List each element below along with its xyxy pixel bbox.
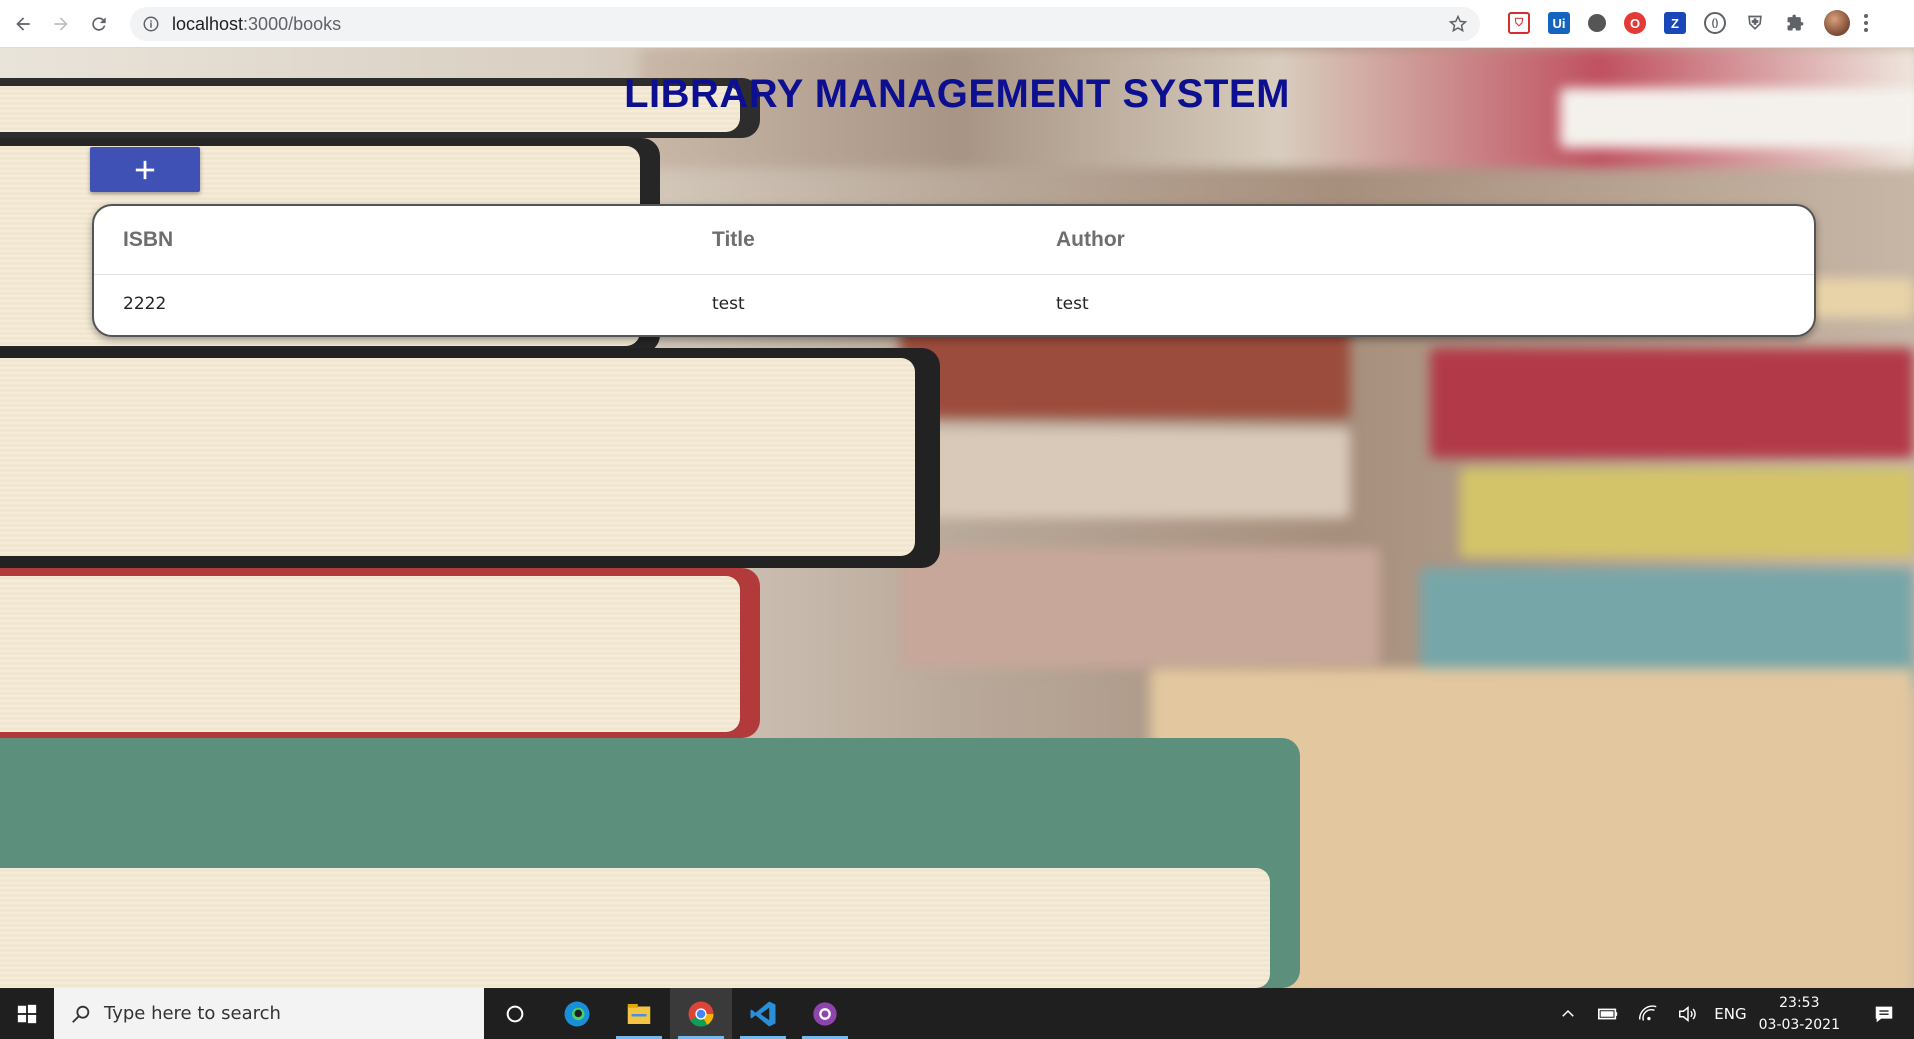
shield-extension-icon[interactable]: ⛨	[1744, 12, 1766, 34]
edge-icon[interactable]	[546, 988, 608, 1039]
clock-time: 23:53	[1779, 994, 1820, 1011]
pocket-extension-icon[interactable]: ⛉	[1508, 12, 1530, 34]
books-table: ISBN Title Author 2222 test test	[92, 204, 1816, 337]
back-icon[interactable]	[8, 9, 38, 39]
page-viewport: LIBRARY MANAGEMENT SYSTEM ISBN Title Aut…	[0, 48, 1914, 988]
language-indicator[interactable]: ENG	[1714, 1005, 1746, 1023]
profile-avatar[interactable]	[1824, 10, 1850, 36]
file-explorer-icon[interactable]	[608, 988, 670, 1039]
page-title: LIBRARY MANAGEMENT SYSTEM	[624, 72, 1290, 116]
windows-start-icon[interactable]	[0, 988, 54, 1039]
url-host: localhost	[172, 13, 244, 34]
wifi-icon[interactable]	[1628, 1003, 1668, 1025]
address-bar[interactable]: localhost:3000/books	[130, 7, 1480, 41]
cell-author: test	[1056, 294, 1089, 315]
bookmark-star-icon[interactable]	[1448, 14, 1468, 34]
search-icon	[72, 1005, 90, 1023]
plus-icon	[135, 160, 155, 179]
url-path: :3000/books	[243, 13, 342, 34]
column-header-isbn[interactable]: ISBN	[94, 206, 712, 275]
column-header-author[interactable]: Author	[1056, 206, 1814, 275]
volume-icon[interactable]	[1668, 1003, 1708, 1025]
clock-date: 03-03-2021	[1758, 1016, 1840, 1033]
opera-extension-icon[interactable]: O	[1624, 12, 1646, 34]
github-desktop-icon[interactable]	[794, 988, 856, 1039]
vscode-icon[interactable]	[732, 988, 794, 1039]
chevron-up-icon[interactable]	[1548, 1005, 1588, 1023]
table-header-row: ISBN Title Author	[94, 206, 1814, 275]
search-placeholder: Type here to search	[104, 1003, 281, 1024]
system-clock[interactable]: 23:53 03-03-2021	[1759, 992, 1840, 1036]
column-header-title[interactable]: Title	[712, 206, 1056, 275]
chrome-icon[interactable]	[670, 988, 732, 1039]
cortana-icon[interactable]	[484, 988, 546, 1039]
puzzle-extensions-icon[interactable]	[1784, 12, 1806, 34]
circle-extension-icon[interactable]	[1588, 14, 1606, 32]
windows-taskbar: Type here to search ENG 23:53 03-03-2021	[0, 988, 1914, 1039]
z-extension-icon[interactable]: Z	[1664, 12, 1686, 34]
reload-icon[interactable]	[84, 9, 114, 39]
browser-toolbar: localhost:3000/books ⛉ Ui O Z () ⛨	[0, 0, 1914, 48]
cell-title: test	[712, 294, 745, 315]
forward-icon[interactable]	[46, 9, 76, 39]
url-text: localhost:3000/books	[172, 14, 341, 35]
notifications-icon[interactable]	[1864, 1003, 1904, 1025]
cell-isbn: 2222	[123, 294, 167, 315]
table-row[interactable]: 2222 test test	[94, 274, 1814, 334]
battery-icon[interactable]	[1588, 1003, 1628, 1025]
system-tray: ENG 23:53 03-03-2021	[1548, 988, 1914, 1039]
add-book-button[interactable]	[90, 147, 200, 192]
taskbar-search-box[interactable]: Type here to search	[54, 988, 484, 1039]
code-extension-icon[interactable]: ()	[1704, 12, 1726, 34]
browser-menu-icon[interactable]	[1864, 14, 1868, 32]
ui-extension-icon[interactable]: Ui	[1548, 12, 1570, 34]
extensions-row: ⛉ Ui O Z () ⛨	[1508, 10, 1868, 36]
site-info-icon[interactable]	[142, 15, 160, 33]
